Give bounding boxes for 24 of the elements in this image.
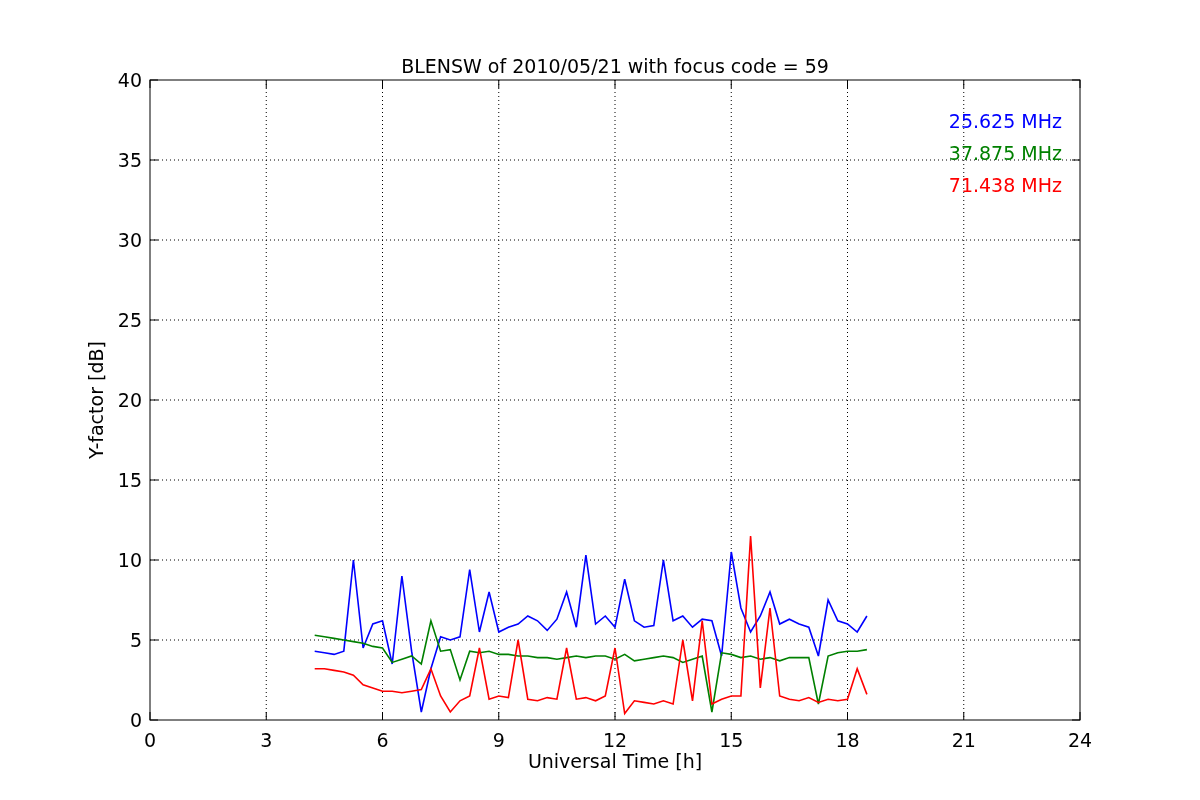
- y-tick-label: 35: [117, 149, 142, 171]
- x-tick-label: 9: [492, 729, 505, 751]
- x-tick-label: 6: [376, 729, 389, 751]
- y-tick-label: 5: [129, 629, 142, 651]
- y-tick-label: 40: [117, 69, 142, 91]
- legend-label: 71.438 MHz: [948, 174, 1062, 196]
- x-tick-label: 21: [951, 729, 976, 751]
- legend-label: 37.875 MHz: [948, 142, 1062, 164]
- y-tick-label: 0: [129, 709, 142, 731]
- x-tick-label: 0: [143, 729, 157, 751]
- y-tick-label: 30: [117, 229, 142, 251]
- x-tick-label: 15: [719, 729, 744, 751]
- y-tick-label: 25: [117, 309, 142, 331]
- y-tick-label: 10: [117, 549, 142, 571]
- x-tick-label: 12: [602, 729, 628, 751]
- x-axis-label: Universal Time [h]: [527, 750, 703, 772]
- legend-label: 25.625 MHz: [948, 110, 1062, 132]
- y-tick-label: 15: [117, 469, 142, 491]
- y-axis-label: Y-factor [dB]: [85, 341, 107, 459]
- chart-title: BLENSW of 2010/05/21 with focus code = 59: [401, 55, 829, 77]
- x-tick-label: 24: [1067, 729, 1093, 751]
- x-tick-label: 3: [260, 729, 273, 751]
- x-tick-label: 18: [835, 729, 860, 751]
- y-tick-label: 20: [117, 389, 142, 411]
